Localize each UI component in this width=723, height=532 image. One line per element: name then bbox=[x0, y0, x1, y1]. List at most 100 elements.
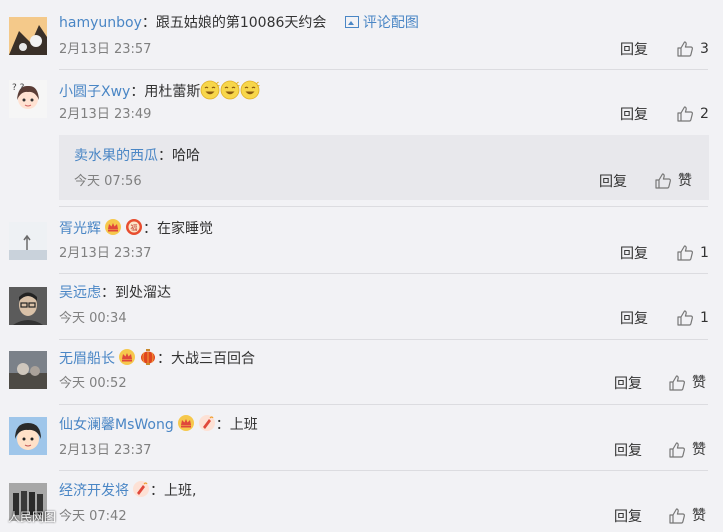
timestamp: 今天 00:52 bbox=[59, 376, 127, 391]
laughing-emoji-icon bbox=[220, 80, 240, 100]
separator: ： bbox=[101, 285, 115, 301]
separator: ： bbox=[130, 84, 145, 100]
laughing-emoji-icon bbox=[200, 80, 220, 100]
username-link[interactable]: 仙女澜馨MsWong bbox=[59, 417, 174, 433]
like-button[interactable]: 赞 bbox=[668, 441, 706, 459]
comment-text: 用杜蕾斯 bbox=[144, 84, 201, 100]
firecracker-badge-icon bbox=[198, 414, 216, 432]
comment-item: 仙女澜馨MsWong ：上班 2月13日 23:37 回复 赞 bbox=[0, 414, 723, 470]
like-button[interactable]: 1 bbox=[676, 309, 709, 327]
thumbs-up-icon bbox=[668, 507, 686, 525]
username-link[interactable]: 无眉船长 bbox=[59, 351, 115, 367]
username-link[interactable]: 胥光辉 bbox=[59, 221, 101, 237]
separator: ： bbox=[143, 221, 157, 237]
laughing-emoji-icon bbox=[240, 80, 260, 100]
like-count: 3 bbox=[700, 41, 709, 57]
reply-button[interactable]: 回复 bbox=[614, 508, 642, 526]
username-link[interactable]: hamyunboy bbox=[59, 15, 142, 31]
avatar[interactable] bbox=[9, 222, 47, 260]
watermark: 人民网图 bbox=[8, 510, 57, 524]
reply-button[interactable]: 回复 bbox=[620, 310, 648, 328]
divider bbox=[59, 273, 708, 274]
divider bbox=[59, 206, 708, 207]
like-button[interactable]: 1 bbox=[676, 244, 709, 262]
avatar[interactable] bbox=[9, 17, 47, 55]
like-count: 1 bbox=[700, 310, 709, 326]
like-label: 赞 bbox=[692, 508, 706, 524]
comment-line: 无眉船长 ：大战三百回合 bbox=[59, 348, 255, 368]
comment-picture-link[interactable]: 评论配图 bbox=[344, 15, 419, 31]
comment-text: 哈哈 bbox=[172, 148, 200, 164]
thumbs-up-icon bbox=[676, 40, 694, 58]
like-button[interactable]: 赞 bbox=[668, 507, 706, 525]
separator: ： bbox=[141, 15, 156, 31]
username-link[interactable]: 吴远虑 bbox=[59, 285, 101, 301]
comment-item: 胥光辉 ：在家睡觉 2月13日 23:37 回复 1 bbox=[0, 218, 723, 274]
timestamp: 2月13日 23:37 bbox=[59, 246, 152, 261]
comment-line: 经济开发将 ：上班, bbox=[59, 480, 196, 500]
divider bbox=[59, 339, 708, 340]
comment-line: 仙女澜馨MsWong ：上班 bbox=[59, 414, 258, 434]
comment-text: 跟五姑娘的第10086天约会 bbox=[155, 15, 327, 31]
thumbs-up-icon bbox=[654, 172, 672, 190]
comment-picture-label: 评论配图 bbox=[362, 15, 419, 31]
crown-badge-icon bbox=[177, 414, 195, 432]
thumbs-up-icon bbox=[668, 374, 686, 392]
reply-button[interactable]: 回复 bbox=[620, 106, 648, 124]
thumbs-up-icon bbox=[676, 309, 694, 327]
like-count: 1 bbox=[700, 245, 709, 261]
thumbs-up-icon bbox=[676, 244, 694, 262]
comment-text: 上班, bbox=[164, 483, 197, 499]
timestamp: 今天 07:42 bbox=[59, 509, 127, 524]
comment-item: 经济开发将 ：上班, 今天 07:42 回复 赞 bbox=[0, 480, 723, 532]
like-label: 赞 bbox=[678, 173, 692, 189]
comment-line: 小圆子Xwy：用杜蕾斯 bbox=[59, 80, 260, 101]
avatar[interactable] bbox=[9, 287, 47, 325]
like-count: 2 bbox=[700, 106, 709, 122]
lantern-badge-icon bbox=[139, 348, 157, 366]
like-button[interactable]: 赞 bbox=[654, 172, 692, 190]
reply-button[interactable]: 回复 bbox=[614, 375, 642, 393]
comment-item: 无眉船长 ：大战三百回合 今天 00:52 回复 赞 bbox=[0, 348, 723, 404]
like-button[interactable]: 赞 bbox=[668, 374, 706, 392]
divider bbox=[59, 404, 708, 405]
like-button[interactable]: 3 bbox=[676, 40, 709, 58]
avatar[interactable] bbox=[9, 417, 47, 455]
like-button[interactable]: 2 bbox=[676, 105, 709, 123]
comment-item: hamyunboy：跟五姑娘的第10086天约会 评论配图 2月13日 23:5… bbox=[0, 13, 723, 69]
username-link[interactable]: 卖水果的西瓜 bbox=[74, 148, 158, 164]
firecracker-badge-icon bbox=[132, 480, 150, 498]
username-link[interactable]: 小圆子Xwy bbox=[59, 84, 130, 100]
timestamp: 2月13日 23:49 bbox=[59, 107, 152, 122]
comment-text: 大战三百回合 bbox=[171, 351, 255, 367]
crown-badge-icon bbox=[118, 348, 136, 366]
separator: ： bbox=[150, 483, 164, 499]
reply-button[interactable]: 回复 bbox=[614, 442, 642, 460]
timestamp: 2月13日 23:57 bbox=[59, 42, 152, 57]
comment-text: 到处溜达 bbox=[115, 285, 171, 301]
comment-line: 卖水果的西瓜：哈哈 bbox=[74, 147, 200, 165]
reply-button[interactable]: 回复 bbox=[620, 245, 648, 263]
timestamp: 今天 00:34 bbox=[59, 311, 127, 326]
svg-text:? ?: ? ? bbox=[12, 83, 25, 93]
timestamp: 2月13日 23:37 bbox=[59, 443, 152, 458]
picture-icon bbox=[344, 16, 359, 28]
nested-reply: 卖水果的西瓜：哈哈 今天 07:56 回复 赞 bbox=[59, 135, 709, 200]
separator: ： bbox=[157, 351, 171, 367]
avatar[interactable]: ? ? bbox=[9, 80, 47, 118]
username-link[interactable]: 经济开发将 bbox=[59, 483, 129, 499]
avatar[interactable] bbox=[9, 351, 47, 389]
comment-text: 上班 bbox=[229, 417, 258, 433]
comment-line: 胥光辉 ：在家睡觉 bbox=[59, 218, 213, 238]
reply-button[interactable]: 回复 bbox=[620, 41, 648, 59]
comment-line: 吴远虑：到处溜达 bbox=[59, 284, 171, 302]
comment-line: hamyunboy：跟五姑娘的第10086天约会 评论配图 bbox=[59, 14, 419, 32]
like-label: 赞 bbox=[692, 442, 706, 458]
divider bbox=[59, 470, 708, 471]
thumbs-up-icon bbox=[668, 441, 686, 459]
separator: ： bbox=[215, 417, 230, 433]
fortune-badge-icon bbox=[125, 218, 143, 236]
comment-item: 吴远虑：到处溜达 今天 00:34 回复 1 bbox=[0, 284, 723, 340]
divider bbox=[59, 69, 708, 70]
reply-button[interactable]: 回复 bbox=[599, 173, 627, 191]
